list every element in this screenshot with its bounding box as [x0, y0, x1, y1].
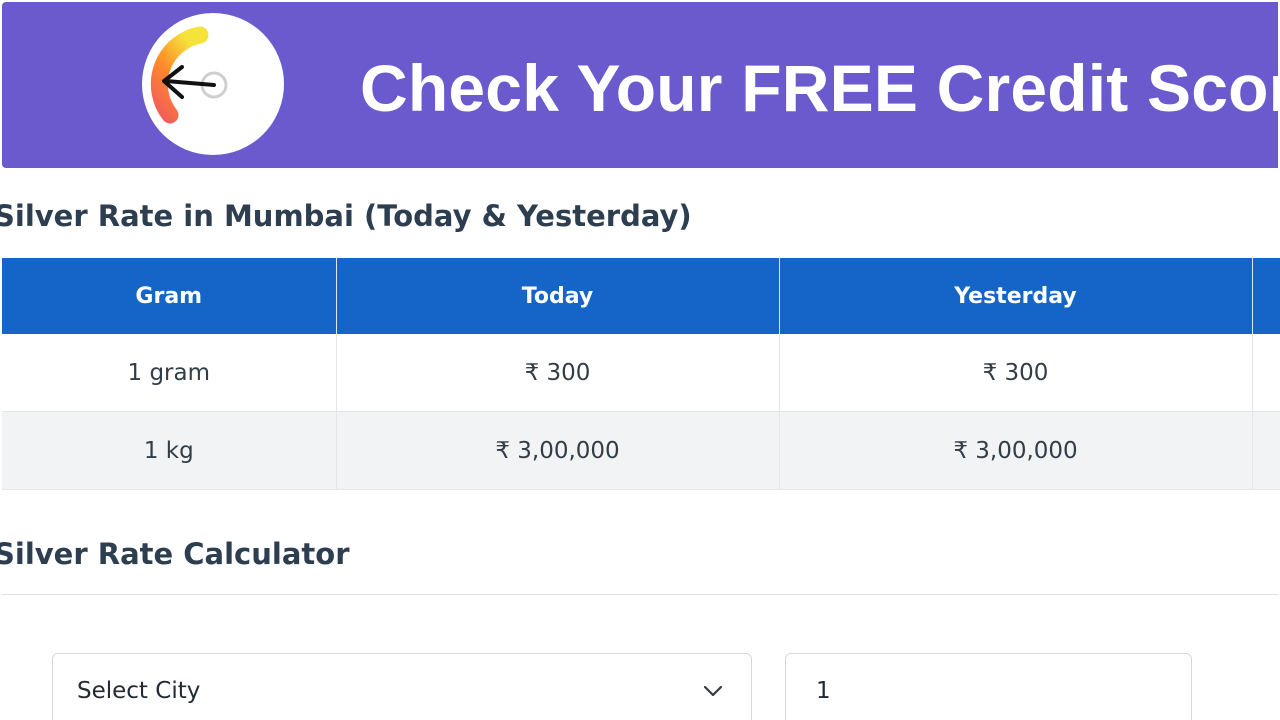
quantity-input[interactable]: 1: [785, 653, 1192, 720]
cell-extra: [1252, 411, 1280, 490]
table-header-row: Gram Today Yesterday: [2, 258, 1280, 334]
cell-today: ₹ 300: [336, 334, 780, 412]
silver-rate-table: Gram Today Yesterday 1 gram ₹ 300 ₹ 300 …: [2, 258, 1280, 490]
column-header-yesterday: Yesterday: [779, 258, 1253, 334]
section-divider: [2, 594, 1278, 595]
cell-today: ₹ 3,00,000: [336, 411, 780, 490]
cell-gram: 1 gram: [2, 334, 337, 412]
page: Check Your FREE Credit Score Silver Rate…: [0, 0, 1280, 720]
city-select-value: Select City: [77, 678, 201, 704]
cell-yesterday: ₹ 3,00,000: [779, 411, 1253, 490]
cell-extra: [1252, 334, 1280, 412]
column-header-extra: [1252, 258, 1280, 334]
city-select[interactable]: Select City: [52, 653, 752, 720]
rates-heading: Silver Rate in Mumbai (Today & Yesterday…: [0, 199, 692, 233]
cell-gram: 1 kg: [2, 411, 337, 490]
banner-title[interactable]: Check Your FREE Credit Score: [360, 48, 1278, 128]
column-header-today: Today: [336, 258, 780, 334]
column-header-gram: Gram: [2, 258, 337, 334]
table-row: 1 kg ₹ 3,00,000 ₹ 3,00,000: [2, 411, 1280, 490]
credit-score-gauge-icon: [142, 13, 284, 155]
quantity-input-value: 1: [816, 678, 831, 704]
chevron-down-icon[interactable]: [703, 684, 723, 703]
calculator-heading: Silver Rate Calculator: [0, 537, 350, 571]
table-row: 1 gram ₹ 300 ₹ 300: [2, 334, 1280, 412]
cell-yesterday: ₹ 300: [779, 334, 1253, 412]
credit-score-banner[interactable]: Check Your FREE Credit Score: [2, 2, 1278, 168]
